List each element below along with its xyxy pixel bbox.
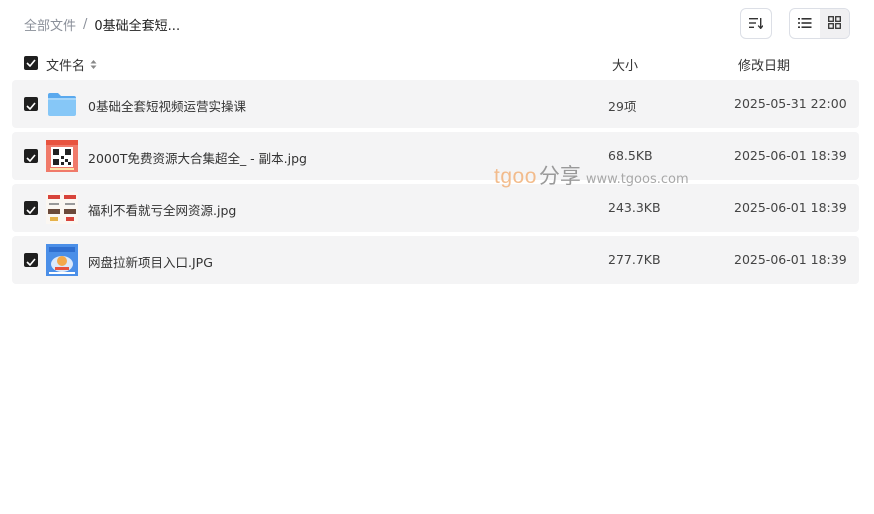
name-column-label: 文件名	[46, 59, 86, 74]
file-row[interactable]: 0基础全套短视频运营实操课 29项 2025-05-31 22:00	[12, 80, 859, 128]
folder-icon	[46, 88, 78, 120]
sort-caret-icon[interactable]	[90, 59, 97, 70]
file-size: 243.3KB	[608, 200, 661, 215]
grid-icon	[827, 14, 841, 33]
breadcrumb-separator: /	[83, 17, 88, 32]
breadcrumb-current: 0基础全套短...	[94, 19, 181, 34]
file-date: 2025-06-01 18:39	[734, 148, 847, 163]
breadcrumb-root-link[interactable]: 全部文件	[24, 15, 76, 34]
file-list: 0基础全套短视频运营实操课 29项 2025-05-31 22:00 2000T…	[12, 80, 859, 288]
view-toggle	[789, 8, 850, 39]
check-icon	[26, 56, 36, 71]
sort-lines-icon	[749, 14, 764, 33]
list-view-button[interactable]	[790, 9, 820, 38]
file-size: 277.7KB	[608, 252, 661, 267]
check-icon	[26, 95, 36, 114]
check-icon	[26, 251, 36, 270]
file-row[interactable]: 福利不看就亏全网资源.jpg 243.3KB 2025-06-01 18:39	[12, 184, 859, 232]
file-row[interactable]: 网盘拉新项目入口.JPG 277.7KB 2025-06-01 18:39	[12, 236, 859, 284]
watermark-url: www.tgoos.com	[585, 172, 689, 187]
file-date: 2025-06-01 18:39	[734, 252, 847, 267]
file-size: 29项	[608, 99, 637, 114]
breadcrumb: 全部文件 / 0基础全套短...	[24, 15, 180, 34]
row-checkbox[interactable]	[24, 149, 38, 163]
resource-image-thumbnail	[46, 192, 78, 224]
list-icon	[797, 14, 812, 33]
qr-poster-thumbnail	[46, 140, 78, 172]
promo-image-thumbnail	[46, 244, 78, 276]
row-checkbox[interactable]	[24, 97, 38, 111]
sort-button[interactable]	[740, 8, 772, 39]
file-row[interactable]: 2000T免费资源大合集超全_ - 副本.jpg 68.5KB 2025-06-…	[12, 132, 859, 180]
select-all-checkbox[interactable]	[24, 56, 38, 70]
date-column-header: 修改日期	[738, 59, 791, 74]
watermark-share: 分享	[538, 164, 581, 188]
file-date: 2025-05-31 22:00	[734, 96, 847, 111]
top-bar: 全部文件 / 0基础全套短...	[0, 0, 874, 48]
file-date: 2025-06-01 18:39	[734, 200, 847, 215]
row-checkbox[interactable]	[24, 201, 38, 215]
grid-view-button[interactable]	[819, 9, 849, 38]
check-icon	[26, 199, 36, 218]
name-column-header[interactable]: 文件名	[46, 55, 97, 74]
row-checkbox[interactable]	[24, 253, 38, 267]
column-header-row: 文件名 大小 修改日期	[0, 52, 874, 76]
file-name[interactable]: 网盘拉新项目入口.JPG	[88, 252, 213, 271]
file-name[interactable]: 0基础全套短视频运营实操课	[88, 96, 246, 115]
watermark: tgoo 分享 www.tgoos.com	[494, 160, 689, 190]
file-name[interactable]: 2000T免费资源大合集超全_ - 副本.jpg	[88, 148, 307, 167]
watermark-brand: tgoo	[494, 165, 537, 188]
file-name[interactable]: 福利不看就亏全网资源.jpg	[88, 200, 236, 219]
check-icon	[26, 147, 36, 166]
size-column-header: 大小	[612, 59, 639, 74]
